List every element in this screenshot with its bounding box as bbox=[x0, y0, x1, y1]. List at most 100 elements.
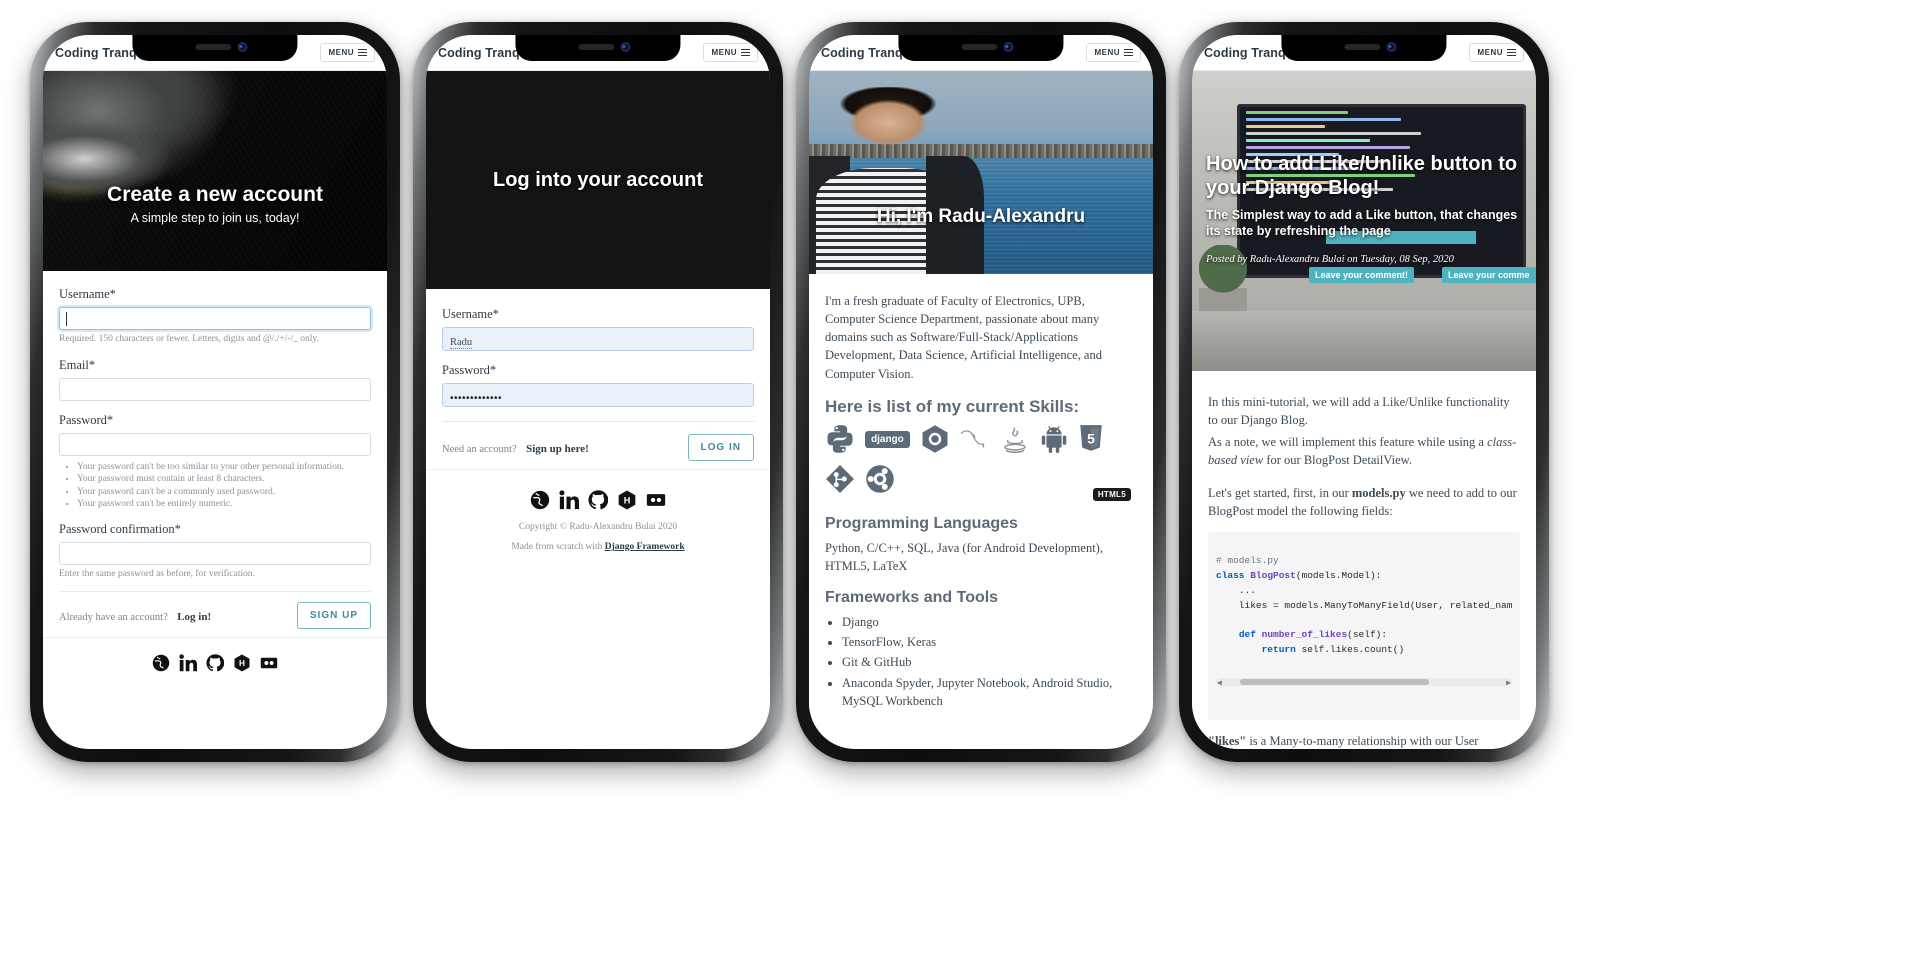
footer-signup: H bbox=[43, 637, 387, 682]
page-scroll-login[interactable]: Coding Tranquillity MENU Log into your a… bbox=[426, 35, 770, 749]
flickr-icon[interactable] bbox=[646, 490, 666, 510]
hero-blogpost: How to add Like/Unlike button to your Dj… bbox=[1192, 71, 1536, 371]
mysql-icon bbox=[960, 430, 985, 448]
divider bbox=[59, 591, 371, 593]
phone-notch bbox=[1281, 35, 1447, 61]
list-item: Your password can't be a commonly used p… bbox=[77, 486, 371, 498]
frameworks-list: Django TensorFlow, Keras Git & GitHub An… bbox=[825, 613, 1137, 710]
password-label: Password* bbox=[59, 412, 114, 427]
github-icon[interactable] bbox=[588, 490, 608, 510]
screen-about: Coding Tranquillity MENU Hi, I'm Radu-Al… bbox=[809, 35, 1153, 749]
comment-tooltip-left: Leave your comment! bbox=[1309, 267, 1415, 283]
code-horizontal-scrollbar[interactable]: ◀ ▶ bbox=[1216, 678, 1512, 688]
hackerrank-icon[interactable]: H bbox=[617, 490, 637, 510]
menu-label: MENU bbox=[1094, 48, 1120, 57]
hackerrank-icon[interactable]: H bbox=[233, 654, 251, 672]
email-label: Email* bbox=[59, 357, 96, 372]
scroll-right-arrow[interactable]: ▶ bbox=[1506, 678, 1511, 690]
hamburger-icon bbox=[1124, 48, 1133, 58]
list-item: TensorFlow, Keras bbox=[842, 633, 1137, 651]
hamburger-icon bbox=[1507, 48, 1516, 58]
login-form: Username* Radu Password* ••••••••••••• N… bbox=[426, 289, 770, 469]
phone-signup: Coding Tranquillity MENU Create a new ac… bbox=[30, 22, 400, 762]
phone-notch bbox=[132, 35, 298, 61]
menu-label: MENU bbox=[328, 48, 354, 57]
code-block[interactable]: # models.py class BlogPost(models.Model)… bbox=[1208, 531, 1520, 720]
username-input[interactable] bbox=[59, 307, 371, 330]
phone-notch bbox=[515, 35, 681, 61]
social-links: H bbox=[436, 490, 760, 510]
menu-button[interactable]: MENU bbox=[320, 42, 375, 63]
html5-icon: 5 bbox=[1080, 425, 1102, 451]
git-icon bbox=[826, 465, 854, 494]
languages-text: Python, C/C++, SQL, Java (for Android De… bbox=[825, 540, 1103, 573]
menu-button[interactable]: MENU bbox=[703, 42, 758, 63]
github-icon[interactable] bbox=[206, 654, 224, 672]
list-item: Your password can't be too similar to yo… bbox=[77, 461, 371, 473]
page-scroll-blogpost[interactable]: Coding Tranquillity MENU How to add Like… bbox=[1192, 35, 1536, 749]
linkedin-icon[interactable] bbox=[559, 490, 579, 510]
phone-login: Coding Tranquillity MENU Log into your a… bbox=[413, 22, 783, 762]
phone-blogpost: Coding Tranquillity MENU How to add Like… bbox=[1179, 22, 1549, 762]
html5-tooltip: HTML5 bbox=[1092, 488, 1131, 502]
password-input[interactable] bbox=[59, 432, 371, 456]
confirm-password-input[interactable] bbox=[59, 542, 371, 566]
languages-heading: Programming Languages bbox=[825, 515, 1018, 533]
front-camera-icon bbox=[237, 42, 248, 52]
login-link[interactable]: Log in! bbox=[177, 611, 211, 623]
signup-button[interactable]: SIGN UP bbox=[296, 602, 371, 630]
django-framework-link[interactable]: Django Framework bbox=[605, 542, 685, 552]
screen-blogpost: Coding Tranquillity MENU How to add Like… bbox=[1192, 35, 1536, 749]
phone-notch bbox=[898, 35, 1064, 61]
hero-title: Hi, I'm Radu-Alexandru bbox=[876, 206, 1086, 227]
login-button[interactable]: LOG IN bbox=[687, 434, 754, 461]
flickr-icon[interactable] bbox=[260, 654, 278, 672]
menu-button[interactable]: MENU bbox=[1469, 42, 1524, 63]
list-item: Django bbox=[842, 613, 1137, 631]
page-scroll-signup[interactable]: Coding Tranquillity MENU Create a new ac… bbox=[43, 35, 387, 749]
svg-text:H: H bbox=[624, 495, 631, 505]
post-subtitle: The Simplest way to add a Like button, t… bbox=[1206, 208, 1518, 238]
signup-link[interactable]: Sign up here! bbox=[526, 443, 589, 455]
globe-icon[interactable] bbox=[530, 490, 550, 510]
social-links: H bbox=[53, 654, 377, 672]
list-item: Your password can't be entirely numeric. bbox=[77, 498, 371, 510]
list-item: Git & GitHub bbox=[842, 653, 1137, 671]
made-prefix: Made from scratch with bbox=[511, 542, 603, 552]
linkedin-icon[interactable] bbox=[179, 654, 197, 672]
made-with-text: Made from scratch with Django Framework bbox=[436, 542, 760, 552]
about-content: I'm a fresh graduate of Faculty of Elect… bbox=[809, 274, 1153, 710]
post-header-block: How to add Like/Unlike button to your Dj… bbox=[1206, 153, 1526, 267]
email-input[interactable] bbox=[59, 377, 371, 401]
username-help: Required. 150 characters or fewer. Lette… bbox=[59, 334, 319, 344]
password-input[interactable]: ••••••••••••• bbox=[442, 383, 754, 407]
menu-label: MENU bbox=[1477, 48, 1503, 57]
page-scroll-about[interactable]: Coding Tranquillity MENU Hi, I'm Radu-Al… bbox=[809, 35, 1153, 749]
post-body: In this mini-tutorial, we will add a Lik… bbox=[1192, 371, 1536, 749]
text-caret bbox=[66, 312, 67, 326]
divider bbox=[442, 421, 754, 422]
menu-button[interactable]: MENU bbox=[1086, 42, 1141, 63]
speaker-icon bbox=[1344, 44, 1381, 50]
post-meta: Posted by Radu-Alexandru Bulai on Tuesda… bbox=[1206, 254, 1454, 266]
skill-icon-row: django 5 bbox=[825, 424, 1137, 494]
scroll-left-arrow[interactable]: ◀ bbox=[1217, 678, 1222, 690]
username-input[interactable]: Radu bbox=[442, 327, 754, 351]
screenshot-stage: Coding Tranquillity MENU Create a new ac… bbox=[0, 0, 1920, 962]
comment-tooltip-right: Leave your comme bbox=[1442, 267, 1536, 283]
about-intro: I'm a fresh graduate of Faculty of Elect… bbox=[825, 294, 1102, 381]
python-icon bbox=[827, 425, 853, 453]
screen-login: Coding Tranquillity MENU Log into your a… bbox=[426, 35, 770, 749]
already-account-text: Already have an account? bbox=[59, 611, 168, 623]
frameworks-heading: Frameworks and Tools bbox=[825, 588, 999, 606]
phone-about: Coding Tranquillity MENU Hi, I'm Radu-Al… bbox=[796, 22, 1166, 762]
post-paragraph: In this mini-tutorial, we will add a Lik… bbox=[1208, 395, 1510, 428]
hero-subtitle: A simple step to join us, today! bbox=[130, 211, 300, 225]
footer-login: H Copyright © Radu-Alexandru Bulai 2020 … bbox=[426, 469, 770, 562]
confirm-password-label: Password confirmation* bbox=[59, 522, 181, 537]
globe-icon[interactable] bbox=[152, 654, 170, 672]
front-camera-icon bbox=[1003, 42, 1014, 52]
java-icon bbox=[1004, 427, 1026, 454]
speaker-icon bbox=[195, 44, 232, 50]
code-comment: # models.py bbox=[1216, 555, 1279, 567]
